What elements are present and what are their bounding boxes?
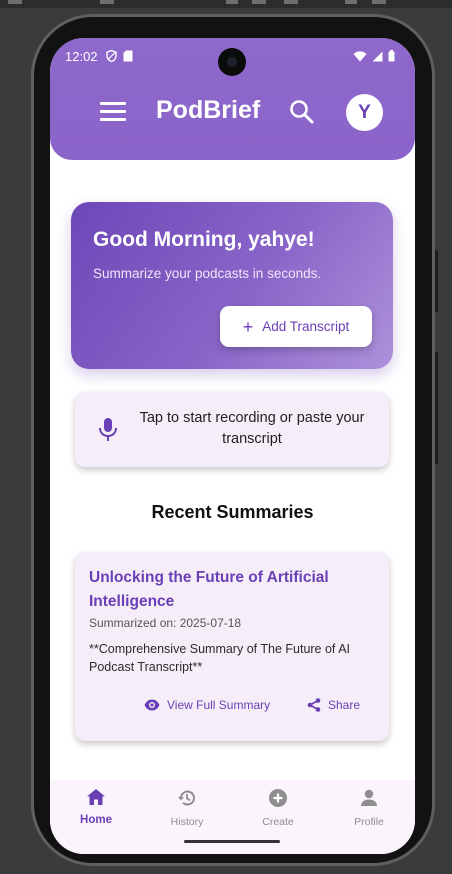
menu-icon-bar: [100, 110, 126, 113]
nav-item-home[interactable]: Home: [56, 788, 136, 826]
ide-toolbar-icon: [345, 0, 357, 4]
history-icon: [178, 790, 195, 806]
status-system-icons: [353, 50, 395, 62]
ide-toolbar-icon: [252, 0, 266, 4]
nav-label-home: Home: [80, 814, 112, 826]
avatar[interactable]: Y: [346, 94, 383, 131]
eye-icon: [144, 699, 160, 711]
home-gesture-bar[interactable]: [184, 840, 280, 843]
share-button[interactable]: Share: [307, 698, 360, 712]
view-full-summary-button[interactable]: View Full Summary: [144, 698, 270, 712]
add-transcript-button[interactable]: + Add Transcript: [220, 306, 372, 347]
nav-item-profile[interactable]: Profile: [329, 788, 409, 828]
greeting-title: Good Morning, yahye!: [93, 228, 315, 251]
app-screen: 12:02 PodBrief Y Good Morning, yahye! Su…: [50, 38, 415, 854]
recent-summaries-heading: Recent Summaries: [151, 502, 314, 522]
add-circle-icon: [269, 789, 287, 807]
microphone-icon: [99, 418, 117, 441]
ide-toolbar-icon: [8, 0, 22, 4]
menu-icon-bar: [100, 118, 126, 121]
home-icon: [87, 789, 105, 805]
ide-toolbar-icon: [226, 0, 238, 4]
ide-toolbar-icon: [372, 0, 386, 4]
summary-date: Summarized on: 2025-07-18: [89, 616, 242, 630]
summary-title[interactable]: Unlocking the Future of Artificial Intel…: [89, 566, 369, 614]
nav-label-profile: Profile: [354, 816, 384, 828]
battery-icon: [388, 50, 395, 62]
plus-icon: +: [242, 316, 254, 337]
search-icon: [290, 100, 314, 124]
record-transcript-card[interactable]: Tap to start recording or paste your tra…: [75, 392, 389, 467]
menu-button[interactable]: [100, 102, 126, 122]
nav-item-history[interactable]: History: [147, 788, 227, 828]
summary-card[interactable]: Unlocking the Future of Artificial Intel…: [75, 552, 389, 741]
record-prompt-text: Tap to start recording or paste your tra…: [139, 410, 365, 447]
vpn-shield-icon: [106, 50, 117, 62]
nav-label-create: Create: [262, 816, 294, 828]
nav-label-history: History: [170, 816, 204, 828]
status-notification-icons: [106, 50, 133, 62]
sd-card-icon: [123, 50, 133, 62]
view-full-summary-label: View Full Summary: [167, 698, 271, 712]
app-title: PodBrief: [156, 96, 261, 124]
search-button[interactable]: [288, 98, 316, 126]
greeting-card: Good Morning, yahye! Summarize your podc…: [71, 202, 393, 369]
menu-icon: [100, 102, 126, 105]
share-icon: [307, 698, 321, 712]
wifi-icon: [353, 50, 367, 61]
status-time: 12:02: [65, 49, 98, 64]
summary-excerpt: **Comprehensive Summary of The Future of…: [89, 642, 350, 674]
nav-item-create[interactable]: Create: [238, 788, 318, 828]
ide-toolbar-icon: [284, 0, 298, 4]
person-icon: [361, 789, 377, 806]
ide-toolbar-icon: [100, 0, 114, 4]
signal-icon: [372, 51, 383, 61]
ide-toolbar-strip: [0, 0, 452, 8]
share-label: Share: [328, 698, 361, 712]
front-camera: [218, 48, 246, 76]
greeting-subtitle: Summarize your podcasts in seconds.: [93, 266, 322, 281]
app-header: 12:02 PodBrief Y: [50, 38, 415, 160]
add-transcript-label: Add Transcript: [262, 319, 350, 334]
